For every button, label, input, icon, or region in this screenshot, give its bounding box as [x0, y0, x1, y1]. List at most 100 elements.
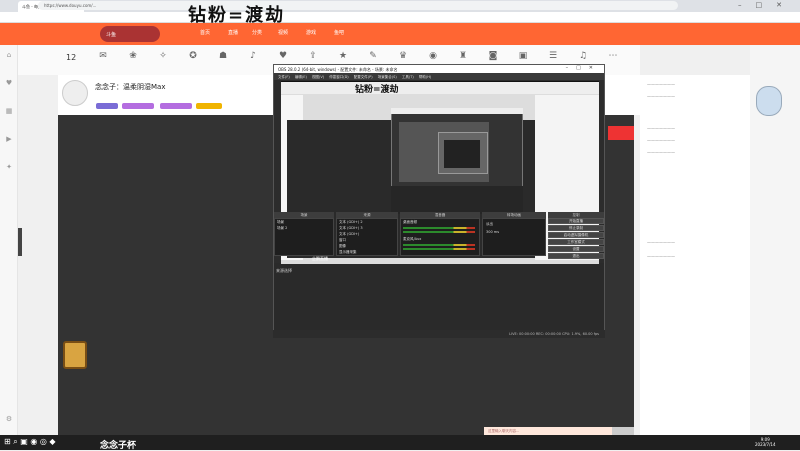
address-bar — [0, 12, 800, 23]
source-item[interactable]: 文本 (GDI+) 3 — [339, 226, 363, 231]
camera-icon[interactable]: ◙ — [486, 51, 500, 65]
nested-capture-2-docks — [391, 186, 523, 214]
nav-item-video[interactable]: 视频 — [278, 29, 288, 36]
taskbar-app-icons[interactable]: ⊞ ⌕ ▣ ◉ ◎ ◆ — [4, 437, 56, 447]
mascot-icon[interactable] — [756, 86, 782, 116]
crown-icon[interactable]: ♛ — [396, 51, 410, 65]
category-icon[interactable]: ▦ — [4, 107, 14, 121]
source-item[interactable]: 窗口 — [339, 238, 346, 243]
panel-line: ——————— — [647, 82, 675, 87]
window-controls[interactable]: –□✕ — [738, 1, 796, 9]
nav-item-fishbar[interactable]: 鱼吧 — [334, 29, 344, 36]
system-clock[interactable]: 9:09 2023/7/14 — [755, 437, 776, 447]
nested-capture-header — [281, 82, 599, 94]
room-rank-count: 12 — [66, 53, 77, 62]
audio-meter — [403, 231, 475, 233]
menu-scene-collection[interactable]: 场景集合(S) — [378, 75, 397, 79]
box-icon[interactable]: ▣ — [516, 51, 530, 65]
taskbar: ⊞ ⌕ ▣ ◉ ◎ ◆ 念念子杯 9:09 2023/7/14 — [0, 435, 800, 451]
chat-messages — [644, 165, 748, 233]
source-item[interactable]: 显示器采集 — [339, 250, 357, 255]
avatar[interactable] — [62, 80, 88, 106]
nested-capture-3-inner — [444, 140, 480, 168]
obs-dock-area — [274, 263, 604, 337]
anchor-emblem — [63, 341, 87, 369]
fire-icon[interactable]: ✪ — [186, 51, 200, 65]
source-item[interactable]: 文本 (GDI+) 2 — [339, 220, 363, 225]
clock-date: 2023/7/14 — [755, 442, 776, 447]
start-streaming-button[interactable]: 开始直播 — [548, 218, 604, 224]
send-button[interactable] — [612, 427, 634, 435]
studio-mode-button[interactable]: 工作室模式 — [548, 239, 604, 245]
transition-type[interactable]: 淡出 — [486, 222, 493, 227]
exit-button[interactable]: 退出 — [548, 253, 604, 259]
video-logo: 企鹅直播 — [312, 256, 328, 261]
home-icon[interactable]: ⌂ — [4, 51, 14, 65]
transition-duration[interactable]: 300 ms — [486, 230, 499, 234]
share-icon[interactable]: ⇪ — [306, 51, 320, 65]
eye-icon[interactable]: ◉ — [426, 51, 440, 65]
source-item[interactable]: 图像 — [339, 244, 346, 249]
site-logo[interactable]: 斗鱼 — [100, 26, 160, 42]
menu-profile[interactable]: 配置文件(P) — [354, 75, 373, 79]
sidebar-collapse-handle[interactable] — [18, 228, 22, 256]
menu-help[interactable]: 帮助(H) — [419, 75, 431, 79]
audio-meter — [403, 248, 475, 250]
hot-badge — [196, 103, 222, 109]
video-icon[interactable]: ▶ — [4, 135, 14, 149]
shop-icon[interactable]: ☗ — [216, 51, 230, 65]
nav-item-category[interactable]: 分类 — [252, 29, 262, 36]
menu-view[interactable]: 视图(V) — [312, 75, 324, 79]
settings-icon[interactable]: ⚙ — [4, 415, 14, 429]
menu-tools[interactable]: 工具(T) — [402, 75, 414, 79]
nested-capture-2-header — [391, 108, 523, 114]
menu-file[interactable]: 文件(F) — [278, 75, 290, 79]
obs-window-controls[interactable]: –□✕ — [566, 65, 601, 71]
scene-item[interactable]: 场景 — [277, 220, 284, 225]
panel-line: ——————— — [647, 240, 675, 245]
task-icon[interactable]: ✧ — [156, 51, 170, 65]
obs-title-bar: OBS 28.0.2 (64-bit, windows) - 配置文件: 未命名… — [274, 65, 604, 73]
game-icon[interactable]: ✦ — [4, 163, 14, 177]
url-field[interactable]: https://www.douyu.com/... — [38, 1, 678, 10]
mixer-channel-label: 麦克风/Aux — [403, 237, 422, 241]
more-icon[interactable]: ⋯ — [606, 51, 620, 65]
star-icon[interactable]: ★ — [336, 51, 350, 65]
music-icon[interactable]: ♪ — [246, 51, 260, 65]
source-item[interactable]: 文本 (GDI+) — [339, 232, 359, 237]
site-header: 斗鱼 首页 直播 分类 视频 游戏 鱼吧 — [0, 23, 800, 45]
nav-item-game[interactable]: 游戏 — [306, 29, 316, 36]
obs-menu-bar[interactable]: 文件(F) 编辑(E) 视图(V) 停靠窗口(D) 配置文件(P) 场景集合(S… — [274, 73, 604, 80]
obs-status-bar: LIVE: 00:00:00 REC: 00:00:00 CPU: 1.9%, … — [273, 330, 605, 338]
nav-item-live[interactable]: 直播 — [228, 29, 238, 36]
settings-button[interactable]: 设置 — [548, 246, 604, 252]
trophy-icon[interactable]: ♜ — [456, 51, 470, 65]
panel-line: ——————— — [647, 138, 675, 143]
audio-meter — [403, 244, 475, 246]
left-sidebar: ⌂ ♥ ▦ ▶ ✦ ⚙ — [0, 45, 18, 435]
taskbar-logo: 念念子杯 — [100, 441, 137, 451]
panel-line: ——————— — [647, 150, 675, 155]
menu-docks[interactable]: 停靠窗口(D) — [329, 75, 348, 79]
bell-icon[interactable]: ♫ — [576, 51, 590, 65]
follow-icon[interactable]: ♥ — [4, 79, 14, 93]
obs-preview-label: 来源选择 — [276, 268, 292, 273]
scene-item[interactable]: 场景 2 — [277, 226, 287, 231]
level-badge — [96, 103, 118, 109]
nav-item-home[interactable]: 首页 — [200, 29, 210, 36]
chat-icon[interactable]: ✎ — [366, 51, 380, 65]
panel-line: ——————— — [647, 254, 675, 259]
stop-recording-button[interactable]: 停止录制 — [548, 225, 604, 231]
gift-icon[interactable]: ✉ — [96, 51, 110, 65]
list-icon[interactable]: ☰ — [546, 51, 560, 65]
nested-watermark: 钻粉=渡劫 — [355, 85, 399, 95]
menu-edit[interactable]: 编辑(E) — [295, 75, 307, 79]
panel-line: ——————— — [647, 94, 675, 99]
panel-line: ——————— — [647, 126, 675, 131]
tag-badge — [160, 103, 192, 109]
mixer-channel-label: 桌面音频 — [403, 220, 417, 224]
follow-button[interactable] — [608, 126, 634, 140]
virtual-camera-button[interactable]: 启动虚拟摄像机 — [548, 232, 604, 238]
heart-icon[interactable]: ♥ — [276, 51, 290, 65]
fans-icon[interactable]: ❀ — [126, 51, 140, 65]
